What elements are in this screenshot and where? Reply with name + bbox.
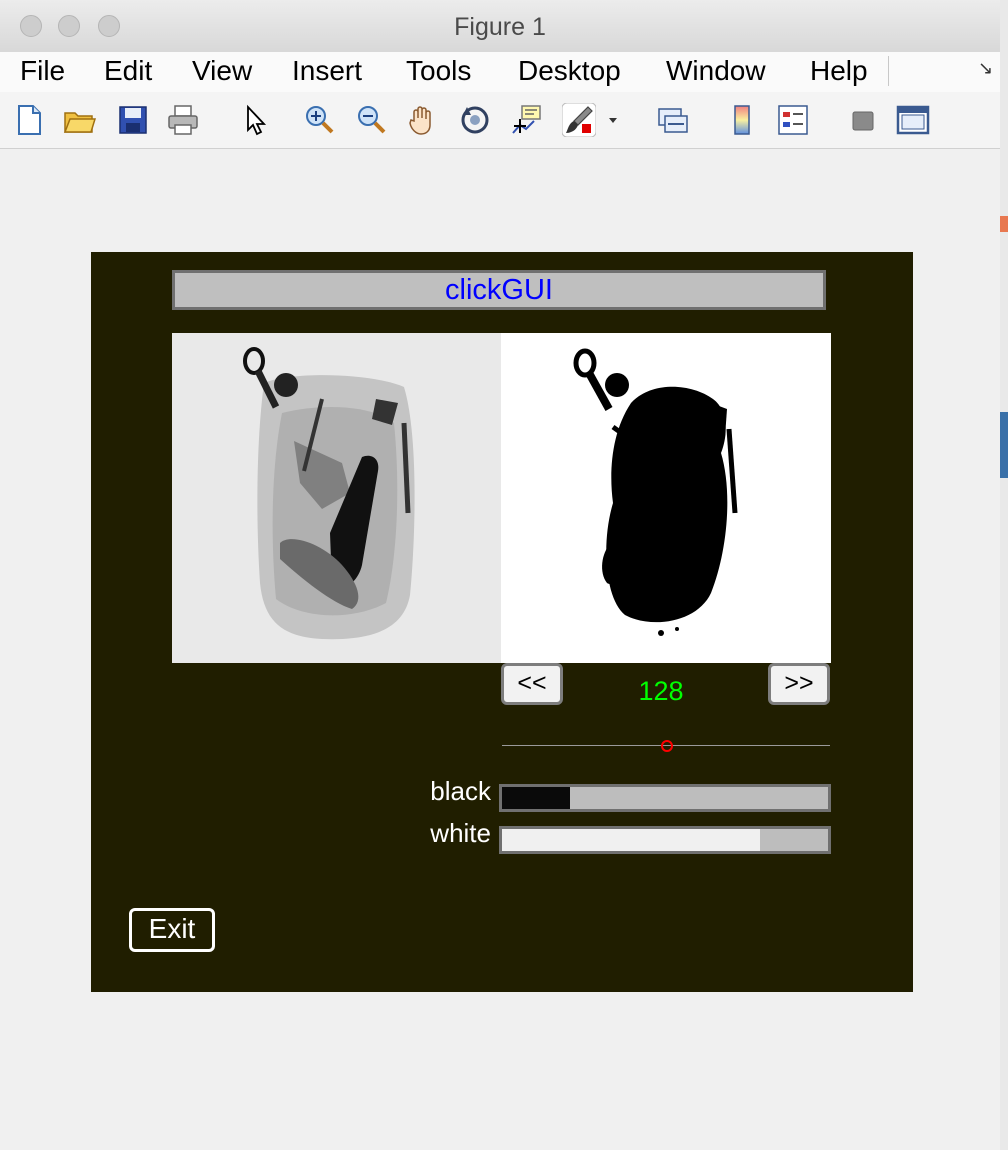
zoom-in-icon[interactable] [302, 103, 336, 137]
link-plot-icon[interactable] [656, 103, 690, 137]
pan-hand-icon[interactable] [406, 103, 440, 137]
gui-panel: clickGUI << 128 >> black white Exit [91, 252, 913, 992]
white-label: white [430, 818, 491, 848]
white-level-bar[interactable] [499, 826, 831, 854]
open-file-icon[interactable] [62, 103, 96, 137]
background-window-edge-mark [1000, 412, 1008, 478]
save-icon[interactable] [116, 103, 150, 137]
window-title: Figure 1 [454, 13, 546, 41]
hide-tools-icon[interactable] [846, 103, 880, 137]
menu-bar: File Edit View Insert Tools Desktop Wind… [0, 52, 1000, 93]
black-label: black [430, 776, 491, 806]
toolbar [0, 92, 1000, 149]
figure-window: Figure 1 File Edit View Insert Tools Des… [0, 0, 1001, 1150]
white-level-fill [502, 829, 760, 851]
menu-file[interactable]: File [20, 55, 65, 87]
gui-title: clickGUI [172, 270, 826, 310]
threshold-slider-thumb[interactable] [660, 740, 673, 752]
menu-window[interactable]: Window [666, 55, 766, 87]
menu-view[interactable]: View [192, 55, 252, 87]
new-figure-icon[interactable] [12, 103, 46, 137]
original-xray-image [172, 333, 501, 663]
title-bar: Figure 1 [0, 0, 1000, 53]
menu-separator [888, 56, 889, 86]
black-level-bar[interactable] [499, 784, 831, 812]
background-window-edge [1000, 0, 1008, 1150]
pointer-icon[interactable] [238, 103, 272, 137]
thresholded-image [501, 333, 831, 663]
next-threshold-button[interactable]: >> [768, 663, 830, 705]
colorbar-icon[interactable] [726, 103, 760, 137]
menu-insert[interactable]: Insert [292, 55, 362, 87]
menu-edit[interactable]: Edit [104, 55, 152, 87]
background-window-edge-mark [1000, 216, 1008, 232]
print-icon[interactable] [166, 103, 200, 137]
menu-tools[interactable]: Tools [406, 55, 471, 87]
menu-help[interactable]: Help [810, 55, 868, 87]
menu-overflow-icon[interactable]: ↘ [978, 58, 993, 79]
black-level-fill [502, 787, 571, 809]
brush-dropdown-icon[interactable] [604, 103, 622, 137]
previous-threshold-button[interactable]: << [501, 663, 563, 705]
zoom-out-icon[interactable] [354, 103, 388, 137]
dock-icon[interactable] [896, 103, 930, 137]
threshold-value: 128 [638, 676, 684, 706]
rotate-3d-icon[interactable] [458, 103, 492, 137]
legend-icon[interactable] [776, 103, 810, 137]
data-cursor-icon[interactable] [510, 103, 544, 137]
exit-button[interactable]: Exit [129, 908, 215, 952]
brush-icon[interactable] [562, 103, 596, 137]
menu-desktop[interactable]: Desktop [518, 55, 621, 87]
